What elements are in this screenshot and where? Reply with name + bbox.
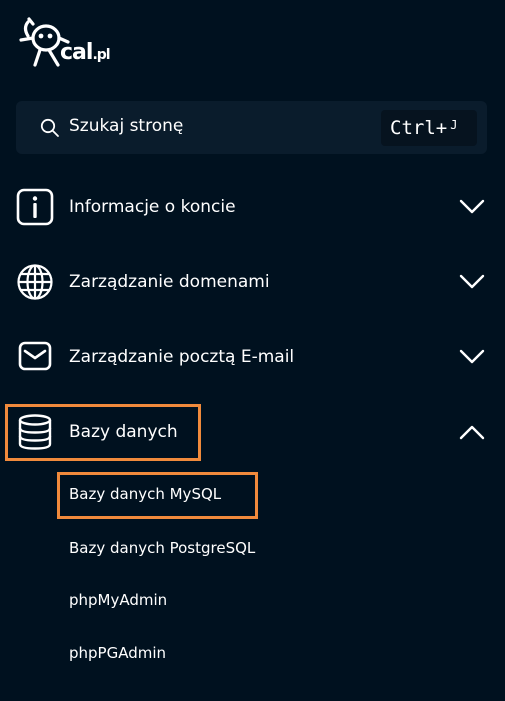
search-label: Szukaj stronę [69,116,184,136]
shortcut-main: Ctrl+ [390,117,448,139]
nav-label: Zarządzanie pocztą E-mail [69,347,295,367]
nav-item-databases[interactable]: Bazy danych [0,404,505,461]
nav-item-account-info[interactable]: Informacje o koncie [0,179,505,235]
logo-text: cal.pl [60,40,111,65]
search-icon [40,118,59,137]
nav-item-email[interactable]: Zarządzanie pocztą E-mail [0,329,505,385]
submenu-item-postgresql[interactable]: Bazy danych PostgreSQL [69,539,255,557]
nav-label: Bazy danych [69,422,178,442]
chevron-up-icon[interactable] [459,424,485,440]
shortcut-hint: Ctrl+ J [381,110,477,146]
chevron-down-icon[interactable] [459,274,485,290]
shortcut-key: J [450,118,458,132]
submenu-item-phpmyadmin[interactable]: phpMyAdmin [69,591,167,609]
chevron-down-icon[interactable] [459,349,485,365]
globe-icon [17,264,53,300]
nav-label: Informacje o koncie [69,197,236,217]
submenu-item-phppgadmin[interactable]: phpPGAdmin [69,644,166,662]
envelope-icon [18,341,52,371]
database-icon [18,414,52,450]
info-icon [16,188,54,226]
submenu-item-mysql[interactable]: Bazy danych MySQL [69,485,221,503]
chevron-down-icon[interactable] [459,199,485,215]
nav-label: Zarządzanie domenami [69,272,270,292]
nav-item-domains[interactable]: Zarządzanie domenami [0,254,505,310]
